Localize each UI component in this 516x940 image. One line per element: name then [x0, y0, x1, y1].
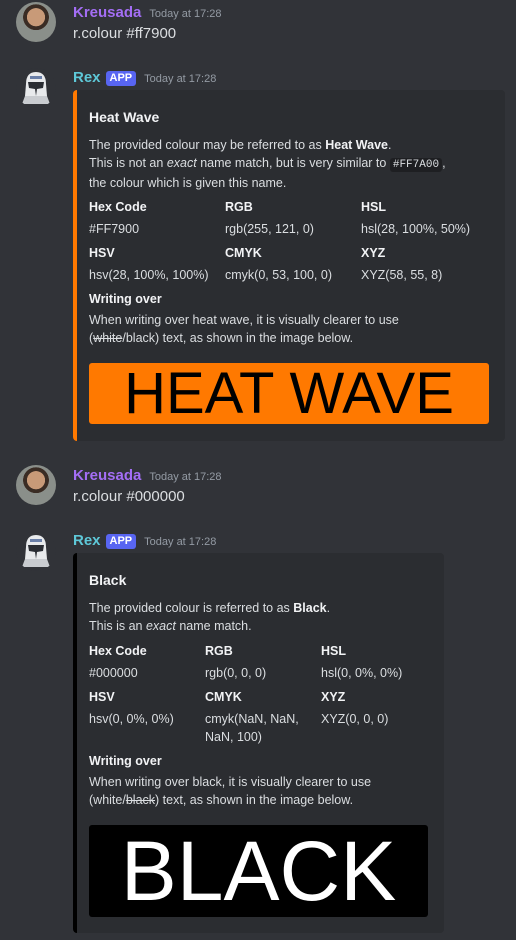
- avatar[interactable]: [16, 68, 56, 108]
- writing-over-title: Writing over: [89, 292, 162, 306]
- field-value-xyz: XYZ(0, 0, 0): [321, 712, 389, 726]
- hex-code-inline: #FF7A00: [389, 158, 443, 172]
- field-name-cmyk: CMYK: [205, 690, 242, 704]
- embed-title: Heat Wave: [89, 109, 160, 125]
- field-value-rgb: rgb(255, 121, 0): [225, 222, 314, 236]
- message-rex-2: Rex APP Today at 17:28 Black The provide…: [0, 523, 516, 940]
- avatar[interactable]: [16, 465, 56, 505]
- field-name-rgb: RGB: [205, 644, 233, 658]
- message-rex-1: Rex APP Today at 17:28 Heat Wave The pro…: [0, 60, 516, 450]
- message-text: r.colour #ff7900: [73, 25, 177, 42]
- field-name-hex: Hex Code: [89, 200, 147, 214]
- clone-trooper-icon: [22, 72, 50, 104]
- author-name[interactable]: Kreusada: [73, 4, 141, 21]
- app-badge: APP: [105, 71, 137, 86]
- swatch-text: HEAT WAVE: [124, 363, 454, 424]
- message-text: r.colour #000000: [73, 488, 185, 505]
- colour-embed: Heat Wave The provided colour may be ref…: [73, 90, 505, 441]
- app-badge: APP: [105, 534, 137, 549]
- field-value-hsv: hsv(28, 100%, 100%): [89, 268, 209, 282]
- colour-swatch-image[interactable]: HEAT WAVE: [89, 363, 489, 424]
- field-value-hsv: hsv(0, 0%, 0%): [89, 712, 174, 726]
- timestamp: Today at 17:28: [149, 8, 222, 20]
- timestamp: Today at 17:28: [144, 73, 217, 85]
- field-value-hex: #FF7900: [89, 222, 140, 236]
- field-value-cmyk: cmyk(NaN, NaN, NaN, 100): [205, 712, 299, 744]
- field-name-xyz: XYZ: [361, 246, 386, 260]
- field-name-hsl: HSL: [361, 200, 386, 214]
- author-name[interactable]: Rex: [73, 532, 101, 549]
- author-name[interactable]: Kreusada: [73, 467, 141, 484]
- field-value-cmyk: cmyk(0, 53, 100, 0): [225, 268, 332, 282]
- field-value-xyz: XYZ(58, 55, 8): [361, 268, 443, 282]
- field-value-hsl: hsl(28, 100%, 50%): [361, 222, 471, 236]
- timestamp: Today at 17:28: [149, 471, 222, 483]
- message-kreusada-1: Kreusada Today at 17:28 r.colour #ff7900: [0, 0, 516, 60]
- field-name-xyz: XYZ: [321, 690, 346, 704]
- field-value-hsl: hsl(0, 0%, 0%): [321, 666, 403, 680]
- field-name-hex: Hex Code: [89, 644, 147, 658]
- colour-embed: Black The provided colour is referred to…: [73, 553, 444, 933]
- avatar[interactable]: [16, 531, 56, 571]
- embed-description: The provided colour may be referred to a…: [89, 138, 446, 190]
- field-name-hsv: HSV: [89, 246, 115, 260]
- field-value-hex: #000000: [89, 666, 138, 680]
- avatar[interactable]: [16, 2, 56, 42]
- writing-over-title: Writing over: [89, 754, 162, 768]
- embed-title: Black: [89, 572, 127, 588]
- field-name-hsl: HSL: [321, 644, 346, 658]
- colour-swatch-image[interactable]: BLACK: [89, 825, 428, 917]
- field-name-rgb: RGB: [225, 200, 253, 214]
- timestamp: Today at 17:28: [144, 536, 217, 548]
- swatch-text: BLACK: [120, 825, 397, 917]
- writing-over-text: When writing over black, it is visually …: [89, 775, 372, 807]
- message-kreusada-2: Kreusada Today at 17:28 r.colour #000000: [0, 463, 516, 523]
- field-name-cmyk: CMYK: [225, 246, 262, 260]
- writing-over-text: When writing over heat wave, it is visua…: [89, 313, 399, 345]
- field-name-hsv: HSV: [89, 690, 115, 704]
- field-value-rgb: rgb(0, 0, 0): [205, 666, 267, 680]
- author-name[interactable]: Rex: [73, 69, 101, 86]
- embed-description: The provided colour is referred to as Bl…: [89, 601, 331, 633]
- clone-trooper-icon: [22, 535, 50, 567]
